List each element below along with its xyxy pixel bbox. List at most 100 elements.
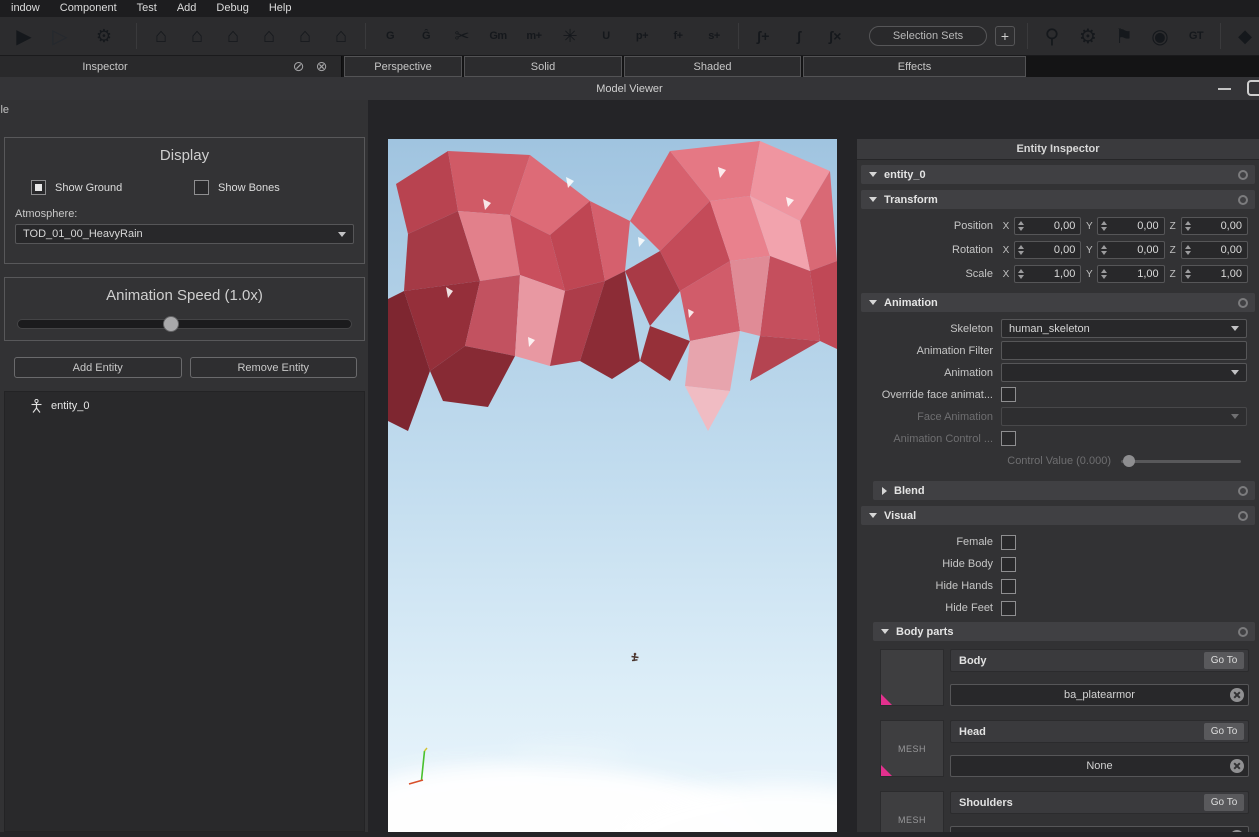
clear-icon[interactable] <box>1230 759 1244 773</box>
animation-speed-slider[interactable] <box>17 317 352 332</box>
selection-sets-button[interactable]: Selection Sets <box>869 26 987 46</box>
hide-body-checkbox[interactable] <box>1001 557 1016 572</box>
atmosphere-select[interactable]: TOD_01_00_HeavyRain <box>15 224 354 244</box>
cube-gm-icon[interactable]: Gm <box>486 23 510 49</box>
animation-select[interactable] <box>1001 363 1247 382</box>
menu-component[interactable]: Component <box>50 1 127 16</box>
add-selection-set-button[interactable]: + <box>995 26 1015 46</box>
cube-p-plus-icon[interactable]: p+ <box>630 23 654 49</box>
rotation-z-field[interactable]: 0,00 <box>1181 241 1248 259</box>
play-outline-icon[interactable]: ▷ <box>48 23 72 49</box>
entity-list-item[interactable]: entity_0 <box>5 396 364 416</box>
tab-solid[interactable]: Solid <box>464 56 622 77</box>
cube-magnet-icon[interactable]: U <box>594 23 618 49</box>
close-circle-icon[interactable]: ⊗ <box>314 59 329 74</box>
body-parts-header[interactable]: Body parts <box>873 622 1255 641</box>
section-ring-icon[interactable] <box>1238 298 1248 308</box>
play-icon[interactable]: ▶ <box>12 23 36 49</box>
tab-effects[interactable]: Effects <box>803 56 1026 77</box>
mesh-icon[interactable]: ⌂ <box>149 23 173 49</box>
show-bones-row[interactable]: Show Bones <box>194 180 357 195</box>
override-face-checkbox[interactable] <box>1001 387 1016 402</box>
flag-icon[interactable]: ⚑ <box>1112 23 1136 49</box>
cube-s-plus-icon[interactable]: s+ <box>702 23 726 49</box>
tab-perspective[interactable]: Perspective <box>344 56 462 77</box>
add-entity-button[interactable]: Add Entity <box>14 357 182 378</box>
show-ground-row[interactable]: Show Ground <box>31 180 194 195</box>
burst-icon[interactable]: ✳ <box>558 23 582 49</box>
rotation-x-field[interactable]: 0,00 <box>1014 241 1081 259</box>
animation-control-checkbox[interactable] <box>1001 431 1016 446</box>
transform-header[interactable]: Transform <box>861 190 1255 209</box>
section-ring-icon[interactable] <box>1238 195 1248 205</box>
clear-icon[interactable] <box>1230 688 1244 702</box>
section-ring-icon[interactable] <box>1238 627 1248 637</box>
eye-gear-icon[interactable]: ◉ <box>1148 23 1172 49</box>
mesh-normals-icon[interactable]: ⌂ <box>329 23 353 49</box>
position-y-field[interactable]: 0,00 <box>1097 217 1164 235</box>
show-bones-checkbox[interactable] <box>194 180 209 195</box>
search-asset-icon[interactable]: ⚲ <box>1040 23 1064 49</box>
menu-add[interactable]: Add <box>167 1 207 16</box>
section-ring-icon[interactable] <box>1238 511 1248 521</box>
viewport-3d-canvas[interactable] <box>388 139 837 832</box>
hide-hands-checkbox[interactable] <box>1001 579 1016 594</box>
cube-grab-icon[interactable]: G <box>378 23 402 49</box>
show-ground-checkbox[interactable] <box>31 180 46 195</box>
skeleton-select[interactable]: human_skeleton <box>1001 319 1247 338</box>
slider-handle[interactable] <box>163 316 179 332</box>
scale-y-field[interactable]: 1,00 <box>1097 265 1164 283</box>
tab-shaded[interactable]: Shaded <box>624 56 801 77</box>
animation-control-label: Animation Control ... <box>861 433 1001 445</box>
hook-icon[interactable]: ʃ <box>787 23 811 49</box>
female-checkbox[interactable] <box>1001 535 1016 550</box>
build-gear-icon[interactable]: ⚙ <box>92 23 116 49</box>
cube-icon[interactable]: ◆ <box>1233 23 1257 49</box>
shoulders-asset-field[interactable]: None <box>950 826 1249 832</box>
shoulders-thumbnail[interactable]: MESH <box>880 791 944 832</box>
goto-button[interactable]: Go To <box>1204 652 1244 669</box>
position-z-field[interactable]: 0,00 <box>1181 217 1248 235</box>
blend-header[interactable]: Blend <box>873 481 1255 500</box>
window-corner-button[interactable] <box>1247 80 1259 96</box>
animation-filter-input[interactable] <box>1001 341 1247 360</box>
remove-entity-button[interactable]: Remove Entity <box>190 357 358 378</box>
slider-track[interactable] <box>17 319 352 329</box>
scale-x-field[interactable]: 1,00 <box>1014 265 1081 283</box>
cube-f-icon[interactable]: f+ <box>666 23 690 49</box>
gt-icon[interactable]: GT <box>1184 23 1208 49</box>
mesh-edit-icon[interactable]: ⌂ <box>221 23 245 49</box>
hook-add-icon[interactable]: ʃ+ <box>751 23 775 49</box>
cube-m-plus-icon[interactable]: m+ <box>522 23 546 49</box>
position-x-field[interactable]: 0,00 <box>1014 217 1081 235</box>
hide-feet-checkbox[interactable] <box>1001 601 1016 616</box>
goto-button[interactable]: Go To <box>1204 794 1244 811</box>
entity-0-header[interactable]: entity_0 <box>861 165 1255 184</box>
hook-remove-icon[interactable]: ʃ× <box>823 23 847 49</box>
cube-check-icon[interactable]: Ĝ <box>414 23 438 49</box>
gear-asset-icon[interactable]: ⚙ <box>1076 23 1100 49</box>
mesh-open-icon[interactable]: ⌂ <box>185 23 209 49</box>
head-thumbnail[interactable]: MESH <box>880 720 944 777</box>
animation-header[interactable]: Animation <box>861 293 1255 312</box>
hide-icon[interactable]: ⊘ <box>291 59 306 74</box>
cut-icon[interactable]: ✂ <box>450 23 474 49</box>
head-asset-field[interactable]: None <box>950 755 1249 777</box>
rotation-y-field[interactable]: 0,00 <box>1097 241 1164 259</box>
menu-test[interactable]: Test <box>127 1 167 16</box>
mesh-feather-icon[interactable]: ⌂ <box>257 23 281 49</box>
entity-list[interactable]: entity_0 <box>4 391 365 832</box>
menu-help[interactable]: Help <box>259 1 302 16</box>
section-ring-icon[interactable] <box>1238 170 1248 180</box>
section-ring-icon[interactable] <box>1238 486 1248 496</box>
mesh-paint-icon[interactable]: ⌂ <box>293 23 317 49</box>
goto-button[interactable]: Go To <box>1204 723 1244 740</box>
tab-inspector[interactable]: Inspector ⊘ ⊗ <box>0 56 342 77</box>
minimize-button[interactable] <box>1218 88 1231 90</box>
menu-debug[interactable]: Debug <box>206 1 258 16</box>
scale-z-field[interactable]: 1,00 <box>1181 265 1248 283</box>
menu-window[interactable]: indow <box>1 1 50 16</box>
body-asset-field[interactable]: ba_platearmor <box>950 684 1249 706</box>
body-thumbnail[interactable] <box>880 649 944 706</box>
visual-header[interactable]: Visual <box>861 506 1255 525</box>
